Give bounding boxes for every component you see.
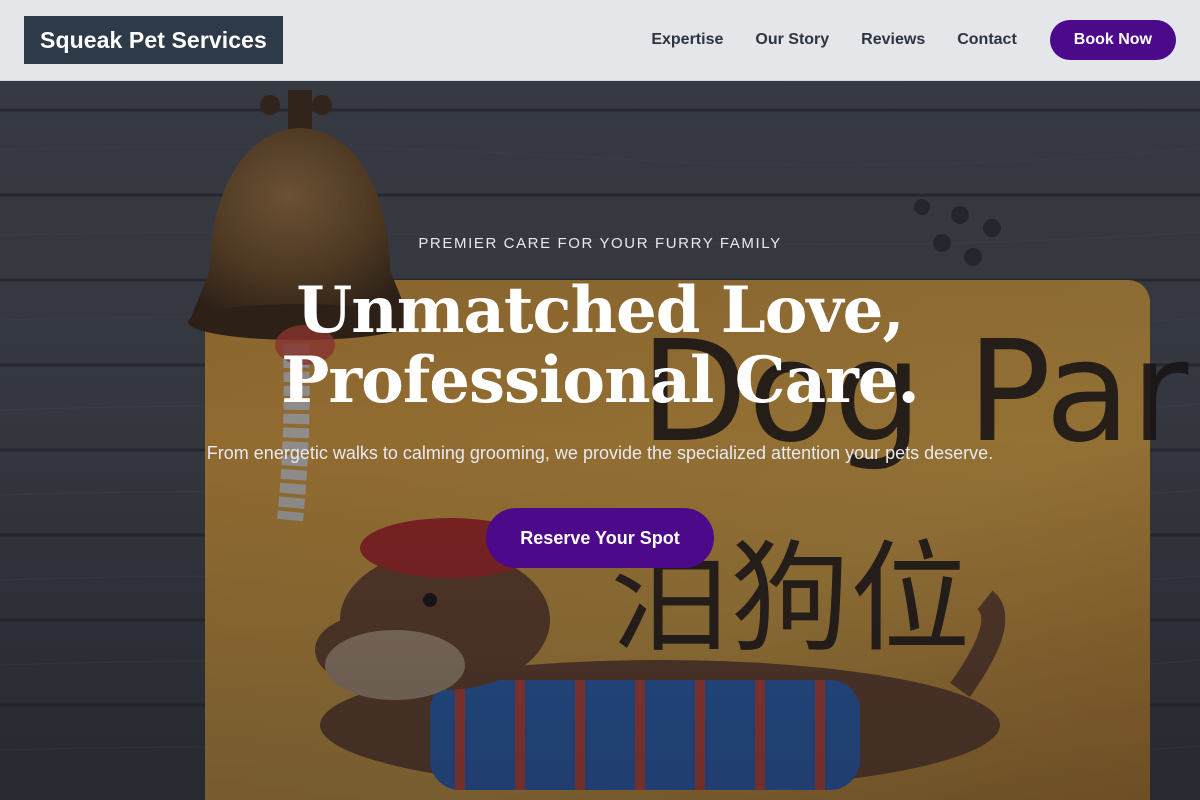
hero-headline-line1: Unmatched Love,: [296, 273, 904, 348]
hero-section: Dog Parking 泊狗位: [0, 0, 1200, 800]
nav-links: Expertise Our Story Reviews Contact: [651, 31, 1016, 49]
reserve-spot-button[interactable]: Reserve Your Spot: [486, 508, 714, 568]
nav-link-our-story[interactable]: Our Story: [755, 31, 829, 49]
nav-link-contact[interactable]: Contact: [957, 31, 1017, 49]
site-logo[interactable]: Squeak Pet Services: [24, 16, 283, 64]
nav-link-reviews[interactable]: Reviews: [861, 31, 925, 49]
top-navbar: Squeak Pet Services Expertise Our Story …: [0, 0, 1200, 81]
hero-headline: Unmatched Love, Professional Care.: [0, 276, 1200, 416]
book-now-button[interactable]: Book Now: [1049, 20, 1176, 60]
hero-subtext: From energetic walks to calming grooming…: [206, 443, 994, 463]
hero-eyebrow: PREMIER CARE FOR YOUR FURRY FAMILY: [418, 235, 782, 252]
nav-link-expertise[interactable]: Expertise: [651, 31, 723, 49]
hero-headline-line2: Professional Care.: [281, 343, 920, 418]
